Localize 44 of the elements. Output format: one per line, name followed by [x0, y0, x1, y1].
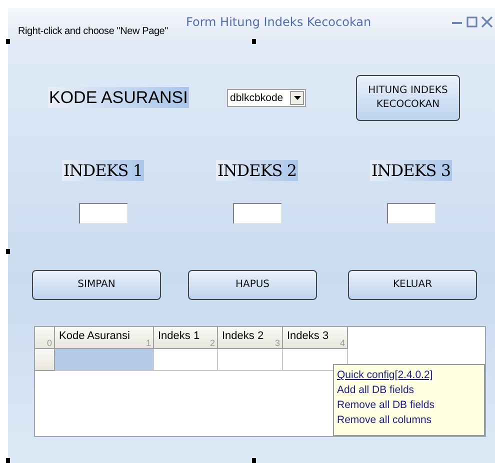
selection-handle[interactable] — [252, 458, 256, 463]
close-icon[interactable] — [481, 16, 493, 28]
grid-cell[interactable] — [55, 349, 154, 371]
maximize-icon[interactable] — [466, 16, 478, 28]
action-button[interactable]: SIMPAN — [32, 270, 161, 300]
index-label: INDEKS 3 — [370, 160, 452, 181]
menu-item[interactable]: Add all DB fields — [337, 383, 481, 398]
menu-item[interactable]: Remove all DB fields — [337, 398, 481, 413]
menu-item[interactable]: Quick config[2.4.0.2] — [337, 368, 481, 383]
index-label: INDEKS 1 — [62, 160, 144, 181]
index-field[interactable] — [232, 203, 282, 224]
index-field[interactable] — [78, 203, 128, 224]
selection-handle[interactable] — [6, 249, 10, 254]
column-header-label: Indeks 2 — [222, 330, 264, 342]
insurance-code-label: KODE ASURANSI — [48, 87, 189, 108]
column-header[interactable]: Indeks 3 4 — [283, 327, 348, 349]
column-header-label: Indeks 1 — [158, 330, 200, 342]
column-header[interactable]: Kode Asuransi 1 — [55, 327, 154, 349]
calculate-button[interactable]: HITUNG INDEKS KECOCOKAN — [356, 75, 460, 121]
menu-item[interactable]: Remove all columns — [337, 413, 481, 428]
column-number: 4 — [340, 338, 345, 348]
insurance-code-combo[interactable]: dblkcbkode — [227, 89, 306, 107]
column-number: 3 — [274, 338, 280, 348]
index-field[interactable] — [386, 203, 436, 224]
action-button[interactable]: KELUAR — [348, 270, 477, 300]
column-number: 1 — [146, 338, 151, 348]
column-number: 0 — [46, 338, 52, 348]
column-header-label: Indeks 3 — [287, 330, 329, 342]
column-number: 2 — [210, 338, 215, 348]
row-header[interactable] — [35, 349, 55, 371]
selection-handle[interactable] — [6, 39, 10, 44]
selection-handle[interactable] — [6, 458, 10, 463]
column-header[interactable]: Indeks 1 2 — [154, 327, 218, 349]
dropdown-icon[interactable] — [290, 91, 304, 105]
window-title: Form Hitung Indeks Kecocokan — [186, 15, 372, 29]
action-button[interactable]: HAPUS — [188, 270, 317, 300]
column-header-label: Kode Asuransi — [59, 330, 130, 342]
column-header[interactable]: Indeks 2 3 — [218, 327, 283, 349]
index-label: INDEKS 2 — [216, 160, 298, 181]
grid-cell[interactable] — [283, 349, 348, 371]
design-hint: Right-click and choose "New Page" — [18, 26, 168, 37]
selection-handle[interactable] — [252, 39, 256, 44]
grid-cell[interactable] — [218, 349, 283, 371]
grid-cell[interactable] — [154, 349, 218, 371]
